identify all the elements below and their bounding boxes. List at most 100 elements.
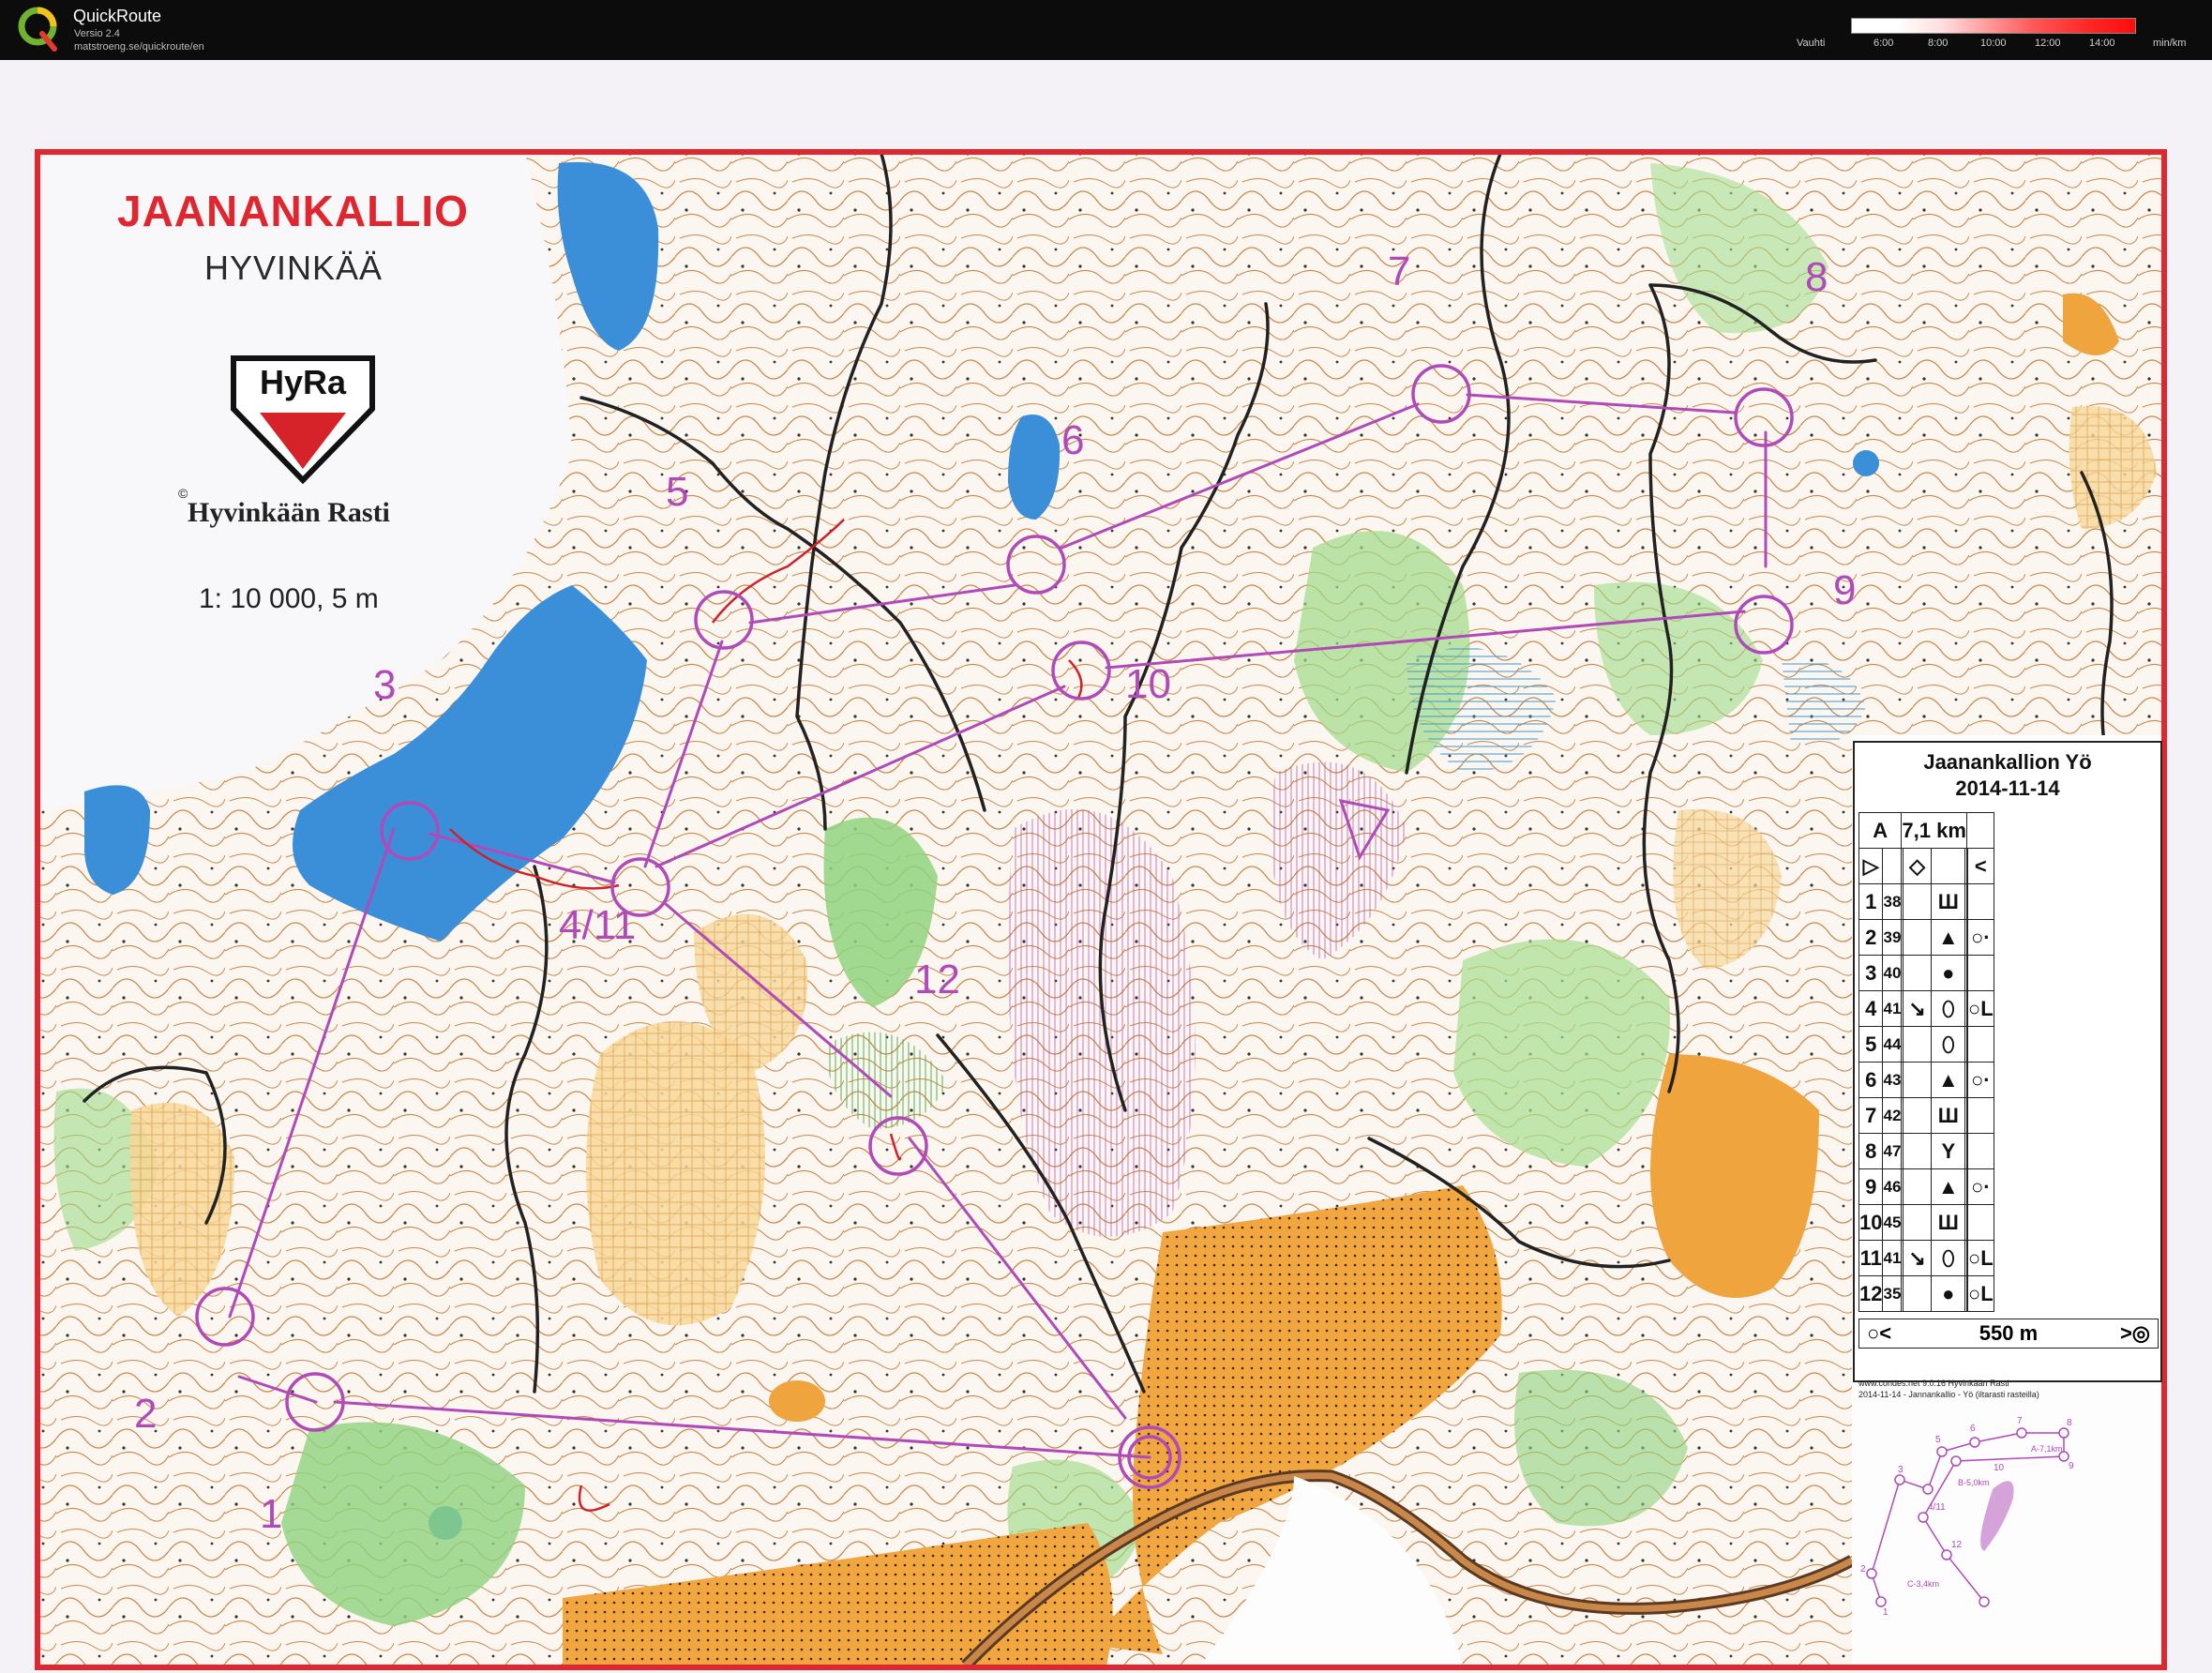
control-code: 44 bbox=[1882, 1026, 1903, 1063]
inset-label: 8 bbox=[2067, 1418, 2072, 1428]
pace-unit: min/km bbox=[2153, 38, 2187, 49]
control-row: 4 41 ↘ ⬯ ○L bbox=[1858, 990, 1994, 1027]
position-icon bbox=[1966, 1026, 1994, 1063]
app-url[interactable]: matstroeng.se/quickroute/en bbox=[74, 41, 204, 53]
control-label: 7 bbox=[1388, 249, 1410, 294]
control-label: 12 bbox=[914, 957, 960, 1002]
direction-icon bbox=[1902, 883, 1933, 920]
control-code: 39 bbox=[1882, 919, 1903, 956]
control-code: 47 bbox=[1882, 1133, 1903, 1169]
direction-icon bbox=[1902, 919, 1933, 956]
control-code: 43 bbox=[1882, 1062, 1903, 1098]
pace-tick: 12:00 bbox=[2035, 38, 2061, 49]
control-code: 38 bbox=[1882, 883, 1903, 920]
map-title: JAANANKALLIO bbox=[117, 187, 469, 235]
start-triangle-icon: ▷ bbox=[1858, 848, 1884, 884]
control-number: 6 bbox=[1858, 1062, 1884, 1098]
inset-label: 5 bbox=[1935, 1435, 1941, 1445]
feature-icon: ● bbox=[1931, 955, 1966, 991]
feature-icon: ▲ bbox=[1931, 1062, 1966, 1098]
control-label: 6 bbox=[1061, 417, 1084, 463]
pace-tick: 10:00 bbox=[1980, 38, 2007, 49]
quickroute-logo-icon bbox=[18, 7, 57, 52]
inset-label: 1 bbox=[1883, 1607, 1888, 1618]
direction-icon bbox=[1902, 1026, 1933, 1063]
hyra-logo-text: HyRa bbox=[260, 363, 347, 401]
position-icon bbox=[1966, 1204, 1994, 1241]
direction-icon bbox=[1902, 1204, 1933, 1241]
control-number: 8 bbox=[1858, 1133, 1884, 1169]
inset-label: 7 bbox=[2017, 1416, 2023, 1426]
inset-label: 3 bbox=[1898, 1465, 1904, 1475]
position-icon: ○· bbox=[1966, 1062, 1994, 1098]
control-number: 1 bbox=[1858, 883, 1884, 920]
feature-icon: ▲ bbox=[1931, 1168, 1966, 1205]
control-row: 5 44 ⬯ bbox=[1858, 1026, 1994, 1063]
map-scale: 1: 10 000, 5 m bbox=[199, 583, 379, 614]
pace-tick: 6:00 bbox=[1873, 38, 1894, 49]
control-row: 11 41 ↘ ⬯ ○L bbox=[1858, 1240, 1994, 1276]
control-label: 5 bbox=[666, 469, 688, 515]
direction-icon bbox=[1902, 1062, 1933, 1098]
control-row: 6 43 ▲ ○· bbox=[1858, 1062, 1994, 1098]
course-overview-inset: 5 6 7 8 9 10 4/11 12 1 2 3 A-7,1km B-5,0… bbox=[1860, 1416, 2074, 1618]
control-row: 9 46 ▲ ○· bbox=[1858, 1168, 1994, 1205]
direction-icon bbox=[1902, 1168, 1933, 1205]
position-icon bbox=[1966, 1097, 1994, 1134]
control-row: 12 35 ● ○L bbox=[1858, 1275, 1994, 1312]
control-code: 41 bbox=[1882, 1240, 1903, 1276]
pace-label: Vauhti bbox=[1797, 38, 1826, 49]
control-row: 10 45 Ш bbox=[1858, 1204, 1994, 1241]
inset-label: 2 bbox=[1860, 1564, 1866, 1575]
course-header-row: A 7,1 km bbox=[1858, 812, 1994, 849]
control-code: 40 bbox=[1882, 955, 1903, 991]
hyra-logo-icon: HyRa bbox=[231, 355, 375, 484]
description-table: A 7,1 km ▷ ◇ < 1 38 Ш 2 39 ▲ ○· 3 40 ● 4 41 ↘ ⬯ ○L 5 44 ⬯… bbox=[1858, 812, 1994, 1312]
pace-tick: 8:00 bbox=[1928, 38, 1949, 49]
finish-from-icon: ○< bbox=[1867, 1321, 1892, 1345]
position-icon: ○L bbox=[1966, 1275, 1994, 1312]
finish-row: ○< 550 m >◎ bbox=[1858, 1319, 2159, 1349]
inset-label: 4/11 bbox=[1928, 1502, 1946, 1513]
direction-icon bbox=[1902, 955, 1933, 991]
control-number: 12 bbox=[1858, 1275, 1884, 1312]
control-number: 9 bbox=[1858, 1168, 1884, 1205]
position-icon bbox=[1966, 883, 1994, 920]
position-icon bbox=[1966, 1133, 1994, 1169]
control-label: 9 bbox=[1833, 567, 1856, 613]
event-title: Jaanankallion Yö bbox=[1923, 750, 2092, 774]
copyright-mark: © bbox=[178, 486, 188, 501]
feature-icon: Y bbox=[1931, 1133, 1966, 1169]
finish-icon: >◎ bbox=[2119, 1321, 2150, 1345]
pace-color-scale bbox=[1851, 18, 2136, 34]
feature-icon: Ш bbox=[1931, 1204, 1966, 1241]
start-feature-icon: ◇ bbox=[1902, 848, 1933, 884]
control-row: 8 47 Y bbox=[1858, 1133, 1994, 1169]
direction-icon bbox=[1902, 1097, 1933, 1134]
inset-course-label: A-7,1km bbox=[2031, 1444, 2063, 1454]
inset-label: 12 bbox=[1951, 1540, 1963, 1550]
control-label: 1 bbox=[260, 1491, 282, 1537]
inset-label: 6 bbox=[1970, 1424, 1976, 1434]
control-row: 3 40 ● bbox=[1858, 955, 1994, 991]
control-number: 5 bbox=[1858, 1026, 1884, 1063]
start-row: ▷ ◇ < bbox=[1858, 848, 1994, 884]
control-code: 42 bbox=[1882, 1097, 1903, 1134]
position-icon: ○L bbox=[1966, 990, 1994, 1027]
app-version: Versio 2.4 bbox=[74, 28, 120, 39]
direction-icon bbox=[1902, 1133, 1933, 1169]
control-row: 7 42 Ш bbox=[1858, 1097, 1994, 1134]
position-icon: ○· bbox=[1966, 1168, 1994, 1205]
feature-icon: Ш bbox=[1931, 883, 1966, 920]
direction-icon bbox=[1902, 1275, 1933, 1312]
direction-icon: ↘ bbox=[1902, 990, 1933, 1027]
inset-label: 9 bbox=[2069, 1461, 2074, 1471]
control-label: 10 bbox=[1125, 661, 1171, 707]
club-name: Hyvinkään Rasti bbox=[188, 497, 390, 528]
position-icon: ○· bbox=[1966, 919, 1994, 956]
feature-icon: Ш bbox=[1931, 1097, 1966, 1134]
position-icon: ○L bbox=[1966, 1240, 1994, 1276]
feature-icon: ▲ bbox=[1931, 919, 1966, 956]
control-code: 45 bbox=[1882, 1204, 1903, 1241]
app-title: QuickRoute bbox=[73, 7, 162, 25]
